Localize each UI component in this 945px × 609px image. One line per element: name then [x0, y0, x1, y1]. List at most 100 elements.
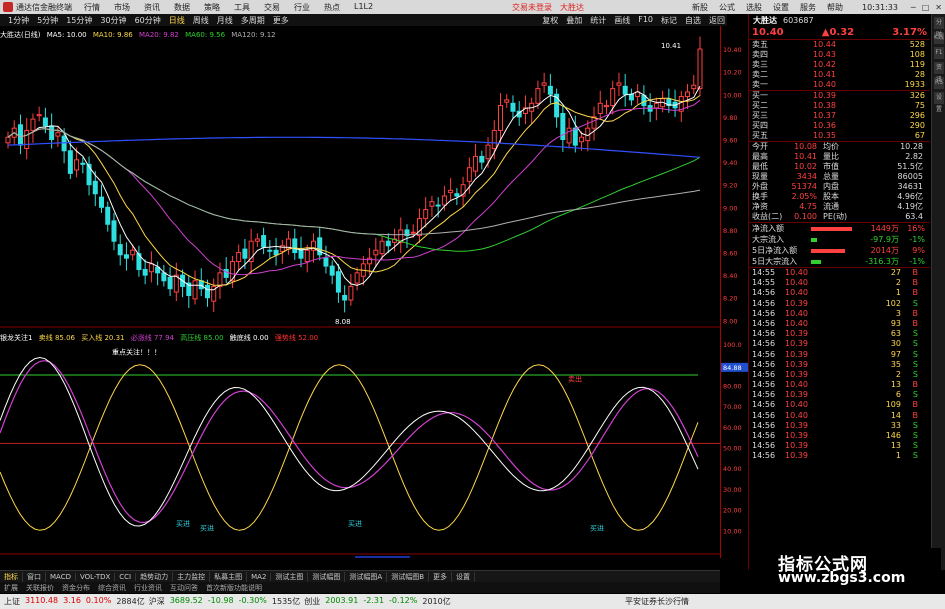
- menu-item-market[interactable]: 市场: [114, 2, 130, 13]
- trade-login-link[interactable]: 交易未登录: [512, 2, 552, 13]
- menu-item-data[interactable]: 数据: [174, 2, 190, 13]
- info-tab[interactable]: 扩展: [0, 583, 22, 593]
- menu-item-industry[interactable]: 行业: [294, 2, 310, 13]
- info-tab[interactable]: 首次新版功能说明: [202, 583, 266, 593]
- stat-value: 10.28: [900, 142, 923, 151]
- info-tab[interactable]: 综合资讯: [94, 583, 130, 593]
- indicator-tab[interactable]: VOL-TDX: [76, 572, 116, 581]
- side-news-icon[interactable]: 资讯: [934, 62, 944, 83]
- indicator-tab[interactable]: 更多: [429, 571, 453, 582]
- menu-item-quotes[interactable]: 行情: [84, 2, 100, 13]
- period-60min[interactable]: 60分钟: [135, 15, 161, 26]
- cy-index[interactable]: 创业 2003.91 -2.31 -0.12% 2010亿: [304, 596, 450, 607]
- f10-button[interactable]: F10: [638, 15, 653, 26]
- side-settings-icon[interactable]: 设置: [934, 92, 944, 113]
- side-time-icon[interactable]: 分时: [934, 17, 944, 38]
- candle: [148, 251, 154, 283]
- ask-row[interactable]: 卖五 10.44 528: [749, 40, 930, 50]
- period-5min[interactable]: 5分钟: [37, 15, 58, 26]
- indicator-tab[interactable]: MACD: [46, 572, 76, 581]
- menu-item-service[interactable]: 服务: [800, 2, 816, 13]
- menu-item-hot[interactable]: 热点: [324, 2, 340, 13]
- overlay-button[interactable]: 叠加: [566, 15, 582, 26]
- period-daily[interactable]: 日线: [169, 15, 185, 26]
- price-tick: 8.00: [723, 317, 737, 325]
- back-button[interactable]: 返回: [709, 15, 725, 26]
- side-rsi-icon[interactable]: RS: [934, 77, 944, 89]
- period-weekly[interactable]: 周线: [193, 15, 209, 26]
- menu-item-tools[interactable]: 工具: [234, 2, 250, 13]
- ask-row[interactable]: 卖一 10.40 1933: [749, 80, 930, 90]
- bid-row[interactable]: 买一 10.39 326: [749, 91, 930, 101]
- indicator-tab[interactable]: 设置: [452, 571, 476, 582]
- tick-price: 10.40: [785, 410, 808, 420]
- info-tab[interactable]: 行业资讯: [130, 583, 166, 593]
- candle: [186, 275, 192, 308]
- menu-item-news[interactable]: 资讯: [144, 2, 160, 13]
- sz-index[interactable]: 沪深 3689.52 -10.98 -0.30% 1535亿: [149, 596, 301, 607]
- candle: [161, 264, 167, 287]
- candle: [123, 242, 129, 271]
- side-kline-icon[interactable]: K线: [934, 32, 944, 44]
- bid-row[interactable]: 买二 10.38 75: [749, 101, 930, 111]
- draw-button[interactable]: 画线: [614, 15, 630, 26]
- kline-chart-area[interactable]: 大胜达(日线) MA5: 10.00 MA10: 9.86 MA20: 9.82…: [0, 26, 727, 558]
- menu-item-formula[interactable]: 公式: [719, 2, 735, 13]
- ask-row[interactable]: 卖四 10.43 108: [749, 50, 930, 60]
- sh-value: 3110.48: [25, 596, 59, 605]
- ind-strong-value: 52.00: [298, 334, 319, 342]
- bid-row[interactable]: 买三 10.37 296: [749, 111, 930, 121]
- info-tab[interactable]: 关联报价: [22, 583, 58, 593]
- indicator-tab[interactable]: 测试幅图B: [387, 571, 430, 582]
- current-stock-link[interactable]: 大胜达: [560, 2, 584, 13]
- indicator-tab[interactable]: MA2: [247, 572, 272, 581]
- period-1min[interactable]: 1分钟: [8, 15, 29, 26]
- indicator-tab[interactable]: 测试主图: [271, 571, 309, 582]
- info-tabs: 扩展 关联报价 资金分布 综合资讯 行业资讯 互动问答 首次新版功能说明: [0, 582, 720, 593]
- period-more[interactable]: 更多: [273, 15, 289, 26]
- mark-button[interactable]: 标记: [661, 15, 677, 26]
- indicator-tab[interactable]: 私募主图: [210, 571, 248, 582]
- period-monthly[interactable]: 月线: [217, 15, 233, 26]
- menu-item-screener[interactable]: 选股: [746, 2, 762, 13]
- menu-item-strategy[interactable]: 策略: [204, 2, 220, 13]
- indicator-tab[interactable]: 测试幅图A: [345, 571, 388, 582]
- period-15min[interactable]: 15分钟: [66, 15, 92, 26]
- tick-time: 14:56: [752, 349, 776, 359]
- bid-row[interactable]: 买五 10.35 67: [749, 131, 930, 141]
- ask-row[interactable]: 卖三 10.42 119: [749, 60, 930, 70]
- stats-button[interactable]: 统计: [590, 15, 606, 26]
- sh-change: 3.16: [63, 596, 81, 605]
- menu-item-trade[interactable]: 交易: [264, 2, 280, 13]
- indicator-tab[interactable]: 窗口: [23, 571, 46, 582]
- candle: [292, 228, 298, 260]
- ask-row[interactable]: 卖二 10.41 28: [749, 70, 930, 80]
- period-multi[interactable]: 多周期: [241, 15, 265, 26]
- tick-side: S: [912, 339, 918, 349]
- bid-row[interactable]: 买四 10.36 290: [749, 121, 930, 131]
- menu-item-help[interactable]: 帮助: [827, 2, 843, 13]
- indicator-tab[interactable]: CCI: [115, 572, 137, 581]
- broker-label: 平安证券长沙行情: [625, 597, 689, 606]
- indicator-tab[interactable]: 指标: [0, 571, 23, 582]
- adjust-button[interactable]: 复权: [542, 15, 558, 26]
- side-f10-icon[interactable]: F1: [934, 47, 944, 59]
- candle: [691, 75, 697, 95]
- menu-item-settings[interactable]: 设置: [773, 2, 789, 13]
- high-price-label: 10.41: [661, 42, 681, 50]
- maximize-icon[interactable]: □: [922, 3, 930, 12]
- period-30min[interactable]: 30分钟: [100, 15, 126, 26]
- minimize-icon[interactable]: ─: [911, 3, 916, 12]
- info-tab[interactable]: 互动问答: [166, 583, 202, 593]
- indicator-tab[interactable]: 主力监控: [173, 571, 211, 582]
- tick-price: 10.40: [785, 318, 808, 328]
- ask-label: 卖四: [752, 50, 768, 59]
- indicator-tab[interactable]: 趋势动力: [136, 571, 174, 582]
- sh-index[interactable]: 上证 3110.48 3.16 0.10% 2884亿: [4, 596, 145, 607]
- menu-item-ipo[interactable]: 新股: [692, 2, 708, 13]
- tick-list[interactable]: 14:55 10.40 27 B 14:55 10.40 2 B 14:56 10.40 1 B 14:…: [749, 268, 930, 462]
- info-tab[interactable]: 资金分布: [58, 583, 94, 593]
- watchlist-button[interactable]: 自选: [685, 15, 701, 26]
- indicator-tab[interactable]: 测试幅图: [308, 571, 346, 582]
- close-icon[interactable]: ✕: [935, 3, 942, 12]
